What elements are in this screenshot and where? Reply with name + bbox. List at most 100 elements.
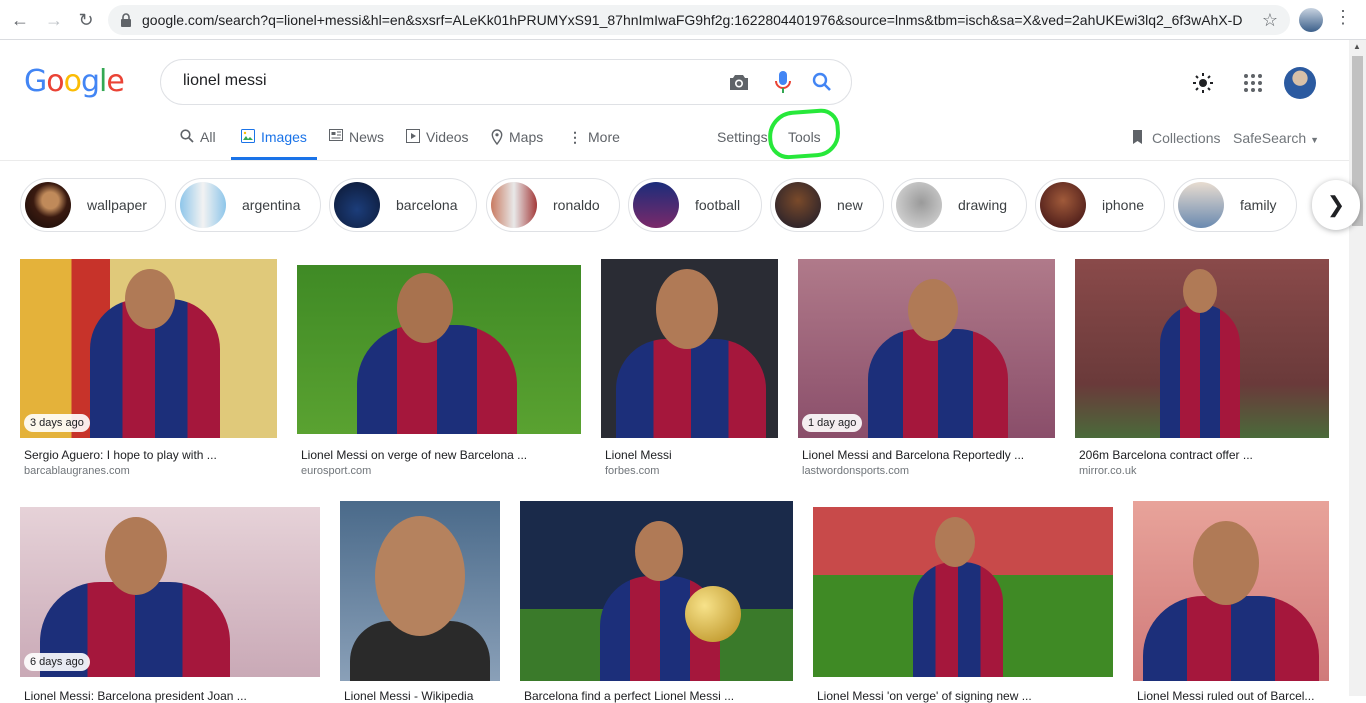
logo-letter: G bbox=[24, 64, 47, 99]
tab-news[interactable]: News bbox=[329, 129, 384, 159]
more-vert-icon: ⋮ bbox=[568, 129, 582, 145]
account-avatar[interactable] bbox=[1284, 67, 1316, 99]
chip-new[interactable]: new bbox=[770, 178, 884, 232]
scroll-up-icon[interactable]: ▲ bbox=[1353, 42, 1361, 51]
chip-drawing[interactable]: drawing bbox=[891, 178, 1027, 232]
result-image[interactable] bbox=[340, 501, 500, 681]
result-source[interactable]: lastwordonsports.com bbox=[802, 465, 909, 477]
result-image[interactable] bbox=[1133, 501, 1329, 681]
tab-images[interactable]: Images bbox=[231, 129, 317, 160]
logo-letter: g bbox=[80, 64, 100, 99]
search-input[interactable] bbox=[181, 71, 705, 91]
result-title[interactable]: Sergio Aguero: I hope to play with ... bbox=[24, 448, 217, 462]
chip-thumbnail bbox=[180, 182, 226, 228]
chip-label: ronaldo bbox=[553, 197, 600, 213]
chip-thumbnail bbox=[633, 182, 679, 228]
result-image[interactable] bbox=[813, 507, 1113, 677]
safesearch-label: SafeSearch bbox=[1233, 130, 1307, 146]
tab-label: News bbox=[349, 129, 385, 145]
collections-link[interactable]: Collections bbox=[1131, 130, 1220, 146]
result-image[interactable]: 1 day ago bbox=[798, 259, 1055, 438]
page-scrollbar[interactable]: ▲ bbox=[1349, 40, 1366, 696]
search-icon[interactable] bbox=[810, 70, 834, 94]
bookmark-icon bbox=[1133, 130, 1142, 144]
result-source[interactable]: barcablaugranes.com bbox=[24, 465, 130, 477]
tab-label: Images bbox=[261, 129, 307, 145]
camera-icon[interactable] bbox=[727, 70, 751, 94]
result-image[interactable]: 6 days ago bbox=[20, 507, 320, 677]
microphone-icon[interactable] bbox=[771, 70, 795, 94]
chip-barcelona[interactable]: barcelona bbox=[329, 178, 477, 232]
tab-label: Maps bbox=[509, 129, 544, 145]
chip-thumbnail bbox=[334, 182, 380, 228]
image-icon bbox=[241, 129, 255, 143]
result-image[interactable] bbox=[297, 265, 581, 434]
video-icon bbox=[406, 129, 420, 143]
caret-down-icon: ▼ bbox=[1310, 135, 1319, 145]
age-badge: 1 day ago bbox=[802, 414, 863, 432]
chevron-right-icon[interactable]: ❯ bbox=[1312, 180, 1360, 230]
logo-letter: o bbox=[63, 64, 82, 99]
tab-label: All bbox=[200, 129, 216, 145]
tab-label: Settings bbox=[717, 129, 768, 145]
result-title[interactable]: 206m Barcelona contract offer ... bbox=[1079, 448, 1253, 462]
chip-iphone[interactable]: iphone bbox=[1035, 178, 1165, 232]
chip-label: iphone bbox=[1102, 197, 1145, 213]
address-bar[interactable]: google.com/search?q=lionel+messi&hl=en&s… bbox=[108, 5, 1290, 35]
reload-icon[interactable]: ↻ bbox=[74, 8, 98, 32]
result-title[interactable]: Lionel Messi 'on verge' of signing new .… bbox=[817, 689, 1032, 703]
result-title[interactable]: Lionel Messi on verge of new Barcelona .… bbox=[301, 448, 527, 462]
tab-settings[interactable]: Settings bbox=[717, 129, 768, 159]
result-image[interactable] bbox=[520, 501, 793, 681]
chip-argentina[interactable]: argentina bbox=[175, 178, 321, 232]
result-source[interactable]: mirror.co.uk bbox=[1079, 465, 1136, 477]
brightness-icon[interactable] bbox=[1191, 71, 1215, 95]
chip-football[interactable]: football bbox=[628, 178, 762, 232]
forward-icon[interactable]: → bbox=[42, 8, 66, 32]
result-title[interactable]: Barcelona find a perfect Lionel Messi ..… bbox=[524, 689, 734, 703]
chip-label: barcelona bbox=[396, 197, 458, 213]
result-title[interactable]: Lionel Messi - Wikipedia bbox=[344, 689, 473, 703]
result-image[interactable]: 3 days ago bbox=[20, 259, 277, 438]
result-image[interactable] bbox=[601, 259, 778, 438]
chip-ronaldo[interactable]: ronaldo bbox=[486, 178, 620, 232]
search-box bbox=[160, 59, 852, 105]
chip-label: argentina bbox=[242, 197, 301, 213]
chip-label: family bbox=[1240, 197, 1277, 213]
tab-label: More bbox=[588, 129, 620, 145]
tab-videos[interactable]: Videos bbox=[406, 129, 469, 159]
browser-profile-avatar[interactable] bbox=[1299, 8, 1323, 32]
chip-label: drawing bbox=[958, 197, 1008, 213]
chip-thumbnail bbox=[1178, 182, 1224, 228]
age-badge: 6 days ago bbox=[24, 653, 90, 671]
result-image[interactable] bbox=[1075, 259, 1329, 438]
lock-icon bbox=[121, 13, 131, 27]
chip-family[interactable]: family bbox=[1173, 178, 1297, 232]
news-icon bbox=[329, 129, 343, 141]
apps-grid-icon[interactable] bbox=[1241, 71, 1265, 95]
result-title[interactable]: Lionel Messi and Barcelona Reportedly ..… bbox=[802, 448, 1024, 462]
safesearch-dropdown[interactable]: SafeSearch ▼ bbox=[1233, 130, 1319, 146]
tab-maps[interactable]: Maps bbox=[491, 129, 543, 159]
tab-all[interactable]: All bbox=[180, 129, 216, 159]
result-title[interactable]: Lionel Messi bbox=[605, 448, 672, 462]
browser-menu-icon[interactable]: ⋮ bbox=[1334, 7, 1352, 28]
result-title[interactable]: Lionel Messi ruled out of Barcel... bbox=[1137, 689, 1314, 703]
bookmark-star-icon[interactable]: ☆ bbox=[1262, 10, 1278, 31]
result-source[interactable]: forbes.com bbox=[605, 465, 659, 477]
google-logo[interactable]: Google bbox=[24, 64, 125, 99]
tab-more[interactable]: ⋮ More bbox=[568, 129, 620, 159]
back-icon[interactable]: ← bbox=[8, 8, 32, 32]
result-source[interactable]: eurosport.com bbox=[301, 465, 371, 477]
tab-label: Videos bbox=[426, 129, 469, 145]
chip-label: wallpaper bbox=[87, 197, 147, 213]
chip-thumbnail bbox=[25, 182, 71, 228]
chip-label: football bbox=[695, 197, 741, 213]
chip-thumbnail bbox=[491, 182, 537, 228]
chip-wallpaper[interactable]: wallpaper bbox=[20, 178, 166, 232]
logo-letter: o bbox=[46, 64, 64, 99]
age-badge: 3 days ago bbox=[24, 414, 90, 432]
map-pin-icon bbox=[491, 129, 503, 145]
result-title[interactable]: Lionel Messi: Barcelona president Joan .… bbox=[24, 689, 247, 703]
chip-thumbnail bbox=[1040, 182, 1086, 228]
